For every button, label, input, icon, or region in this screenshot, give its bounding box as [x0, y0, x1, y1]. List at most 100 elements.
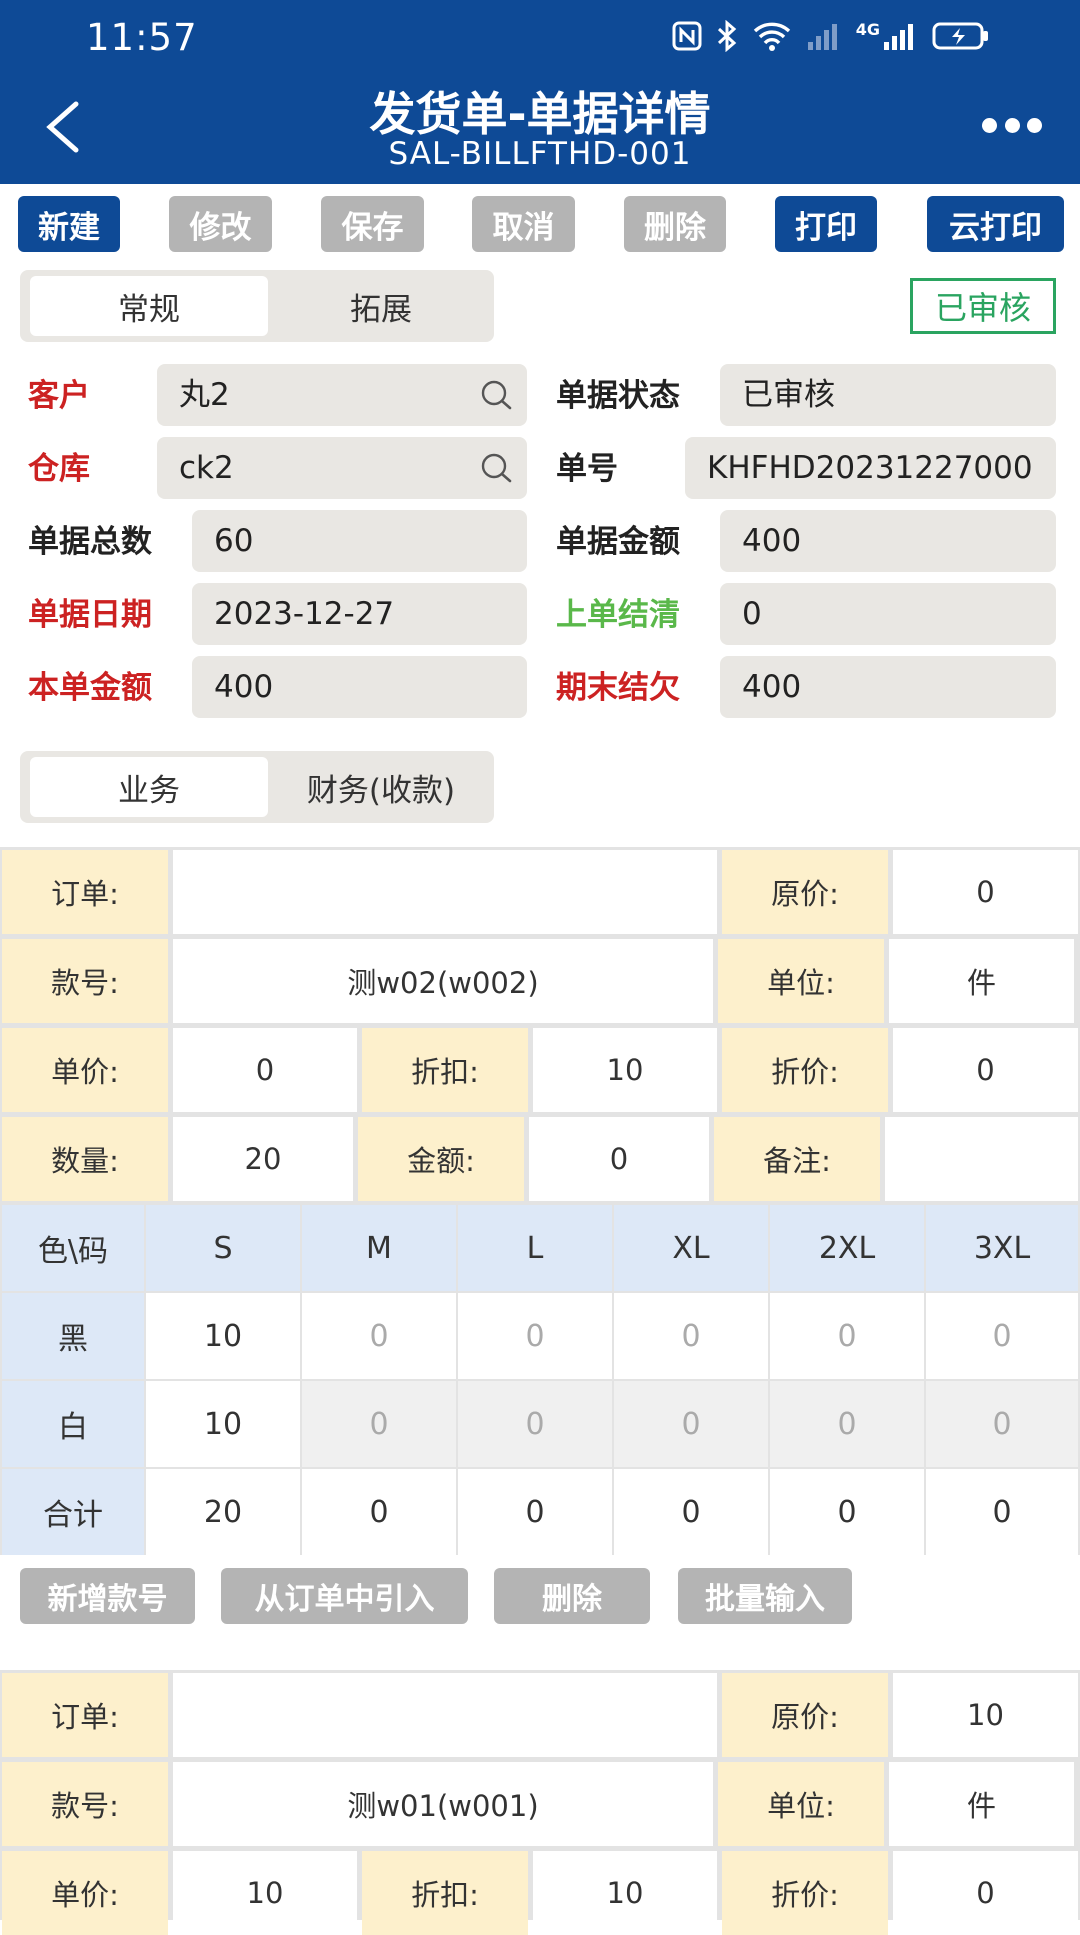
- qty-cell[interactable]: 0: [458, 1293, 612, 1379]
- matrix-total-cell: 0: [614, 1469, 768, 1555]
- unit-price-label: 单价:: [2, 1028, 168, 1112]
- qty-cell[interactable]: 0: [302, 1293, 456, 1379]
- discount-label: 折扣:: [362, 1028, 528, 1112]
- qty-cell[interactable]: 10: [146, 1381, 300, 1467]
- prev-settle-label: 上单结清: [556, 597, 680, 633]
- warehouse-field[interactable]: ck2: [157, 437, 527, 499]
- status-bar: 11:57 4G: [0, 0, 1080, 72]
- order-value[interactable]: [173, 850, 717, 934]
- new-button[interactable]: 新建: [18, 196, 120, 252]
- more-menu-button[interactable]: [982, 110, 1042, 140]
- sub-tabs: 业务 财务(收款): [20, 751, 494, 823]
- batch-input-button[interactable]: 批量输入: [678, 1568, 852, 1624]
- status-time: 11:57: [86, 16, 198, 59]
- prev-settle-field: 0: [720, 583, 1056, 645]
- unit-price-value[interactable]: 10: [173, 1851, 357, 1935]
- remark-value[interactable]: [885, 1117, 1078, 1201]
- unit-label: 单位:: [718, 1762, 884, 1846]
- remark-label: 备注:: [714, 1117, 880, 1201]
- qty-cell[interactable]: 0: [614, 1293, 768, 1379]
- qty-cell[interactable]: 0: [926, 1381, 1078, 1467]
- search-icon[interactable]: [479, 378, 513, 412]
- disc-price-label: 折价:: [722, 1851, 888, 1935]
- orig-price-label: 原价:: [722, 1673, 888, 1757]
- discount-value[interactable]: 10: [533, 1851, 717, 1935]
- unit-value: 件: [889, 1762, 1074, 1846]
- doc-amount-field: 400: [720, 510, 1056, 572]
- tab-finance[interactable]: 财务(收款): [276, 757, 486, 817]
- disc-price-value: 0: [893, 1851, 1078, 1935]
- matrix-corner-header: 色\码: [2, 1205, 144, 1291]
- doc-amount-label: 单据金额: [556, 524, 680, 560]
- tab-extend[interactable]: 拓展: [276, 276, 486, 336]
- delete-item-button[interactable]: 删除: [494, 1568, 650, 1624]
- signal-sim2-icon: [884, 24, 913, 50]
- amount-label: 金额:: [358, 1117, 524, 1201]
- order-value[interactable]: [173, 1673, 717, 1757]
- customer-label: 客户: [28, 378, 90, 414]
- doc-no-field: KHFHD20231227000: [685, 437, 1056, 499]
- doc-date-field[interactable]: 2023-12-27: [192, 583, 527, 645]
- qty-cell[interactable]: 0: [614, 1381, 768, 1467]
- more-dot-icon: [1004, 117, 1020, 133]
- page-title: 发货单-单据详情: [369, 87, 711, 141]
- signal-sim1-icon: [807, 24, 837, 50]
- total-qty-field: 60: [192, 510, 527, 572]
- this-amount-label: 本单金额: [28, 670, 152, 706]
- discount-label: 折扣:: [362, 1851, 528, 1935]
- delete-button[interactable]: 删除: [624, 196, 726, 252]
- cloud-print-button[interactable]: 云打印: [927, 196, 1064, 252]
- size-header: 2XL: [770, 1205, 924, 1291]
- page-subtitle: SAL-BILLFTHD-001: [388, 136, 692, 172]
- doc-status-label: 单据状态: [556, 378, 680, 414]
- customer-field[interactable]: 丸2: [157, 364, 527, 426]
- search-icon[interactable]: [479, 451, 513, 485]
- qty-cell[interactable]: 10: [146, 1293, 300, 1379]
- orig-price-value: 10: [893, 1673, 1078, 1757]
- cancel-button[interactable]: 取消: [472, 196, 575, 252]
- save-button[interactable]: 保存: [321, 196, 424, 252]
- main-tabs: 常规 拓展: [20, 270, 494, 342]
- discount-value[interactable]: 10: [533, 1028, 717, 1112]
- qty-label: 数量:: [2, 1117, 168, 1201]
- matrix-total-cell: 0: [926, 1469, 1078, 1555]
- app-header: 11:57 4G 发货单-单据详情 SAL-BILLFTHD-001: [0, 0, 1080, 184]
- qty-cell[interactable]: 0: [302, 1381, 456, 1467]
- warehouse-value: ck2: [179, 450, 234, 486]
- status-icons: 4G: [672, 18, 990, 54]
- disc-price-label: 折价:: [722, 1028, 888, 1112]
- style-value[interactable]: 测w01(w001): [173, 1762, 713, 1846]
- doc-date-label: 单据日期: [28, 597, 152, 633]
- matrix-total-label: 合计: [2, 1469, 144, 1555]
- this-amount-field: 400: [192, 656, 527, 718]
- orig-price-value: 0: [893, 850, 1078, 934]
- edit-button[interactable]: 修改: [169, 196, 272, 252]
- size-header: XL: [614, 1205, 768, 1291]
- color-row-label: 白: [2, 1381, 144, 1467]
- qty-cell[interactable]: 0: [926, 1293, 1078, 1379]
- approved-stamp: 已审核: [910, 278, 1056, 334]
- warehouse-label: 仓库: [28, 451, 90, 487]
- style-value[interactable]: 测w02(w002): [173, 939, 713, 1023]
- qty-cell[interactable]: 0: [458, 1381, 612, 1467]
- customer-value: 丸2: [179, 377, 230, 413]
- style-label: 款号:: [2, 1762, 168, 1846]
- qty-cell[interactable]: 0: [770, 1293, 924, 1379]
- total-qty-label: 单据总数: [28, 524, 152, 560]
- tab-general[interactable]: 常规: [30, 276, 268, 336]
- amount-value: 0: [529, 1117, 709, 1201]
- matrix-total-cell: 0: [458, 1469, 612, 1555]
- size-header: 3XL: [926, 1205, 1078, 1291]
- style-label: 款号:: [2, 939, 168, 1023]
- more-dot-icon: [982, 117, 997, 133]
- size-header: L: [458, 1205, 612, 1291]
- add-style-button[interactable]: 新增款号: [20, 1568, 195, 1624]
- size-header: M: [302, 1205, 456, 1291]
- print-button[interactable]: 打印: [775, 196, 877, 252]
- import-from-order-button[interactable]: 从订单中引入: [221, 1568, 468, 1624]
- qty-value: 20: [173, 1117, 353, 1201]
- tab-business[interactable]: 业务: [30, 757, 268, 817]
- qty-cell[interactable]: 0: [770, 1381, 924, 1467]
- unit-price-value[interactable]: 0: [173, 1028, 357, 1112]
- unit-value: 件: [889, 939, 1074, 1023]
